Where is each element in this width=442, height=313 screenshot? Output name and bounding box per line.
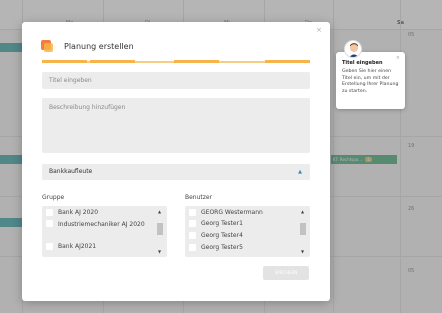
tooltip-title: Titel eingeben [342,60,383,66]
list-item[interactable]: Georg Tester1 [189,220,243,227]
checkbox[interactable] [189,232,196,239]
checkbox[interactable] [46,209,53,216]
progress-step [174,60,219,63]
group-list[interactable]: Bank AJ 2020 Industriemechaniker AJ 2020… [42,206,167,257]
close-icon[interactable]: × [396,55,400,61]
scrollbar[interactable]: ▲ ▼ [299,209,306,254]
group-type-select[interactable]: Bankkaufleute ▲ [42,164,310,180]
assistant-avatar-icon [344,40,362,58]
selector-value: Bankkaufleute [49,168,93,175]
description-input[interactable]: Beschreibung hinzufügen [42,98,310,153]
scroll-up-icon[interactable]: ▲ [299,209,306,214]
scroll-up-icon[interactable]: ▲ [156,209,163,214]
scroll-down-icon[interactable]: ▼ [156,249,163,254]
scrollbar[interactable]: ▲ ▼ [156,209,163,254]
planning-logo-icon [41,40,53,52]
list-item[interactable]: Bank AJ2021 [46,243,96,250]
checkbox[interactable] [189,220,196,227]
create-planning-modal: Planung erstellen × Titel eingeben Besch… [22,22,330,301]
list-item[interactable]: Industriemechaniker AJ 2020 [46,220,151,230]
onboarding-tooltip: × Titel eingeben Geben Sie hier einen Ti… [336,52,405,109]
scroll-thumb[interactable] [157,223,163,235]
checkbox[interactable] [46,220,53,227]
user-list[interactable]: GEORG Westermann Georg Tester1 Georg Tes… [185,206,310,257]
checkbox[interactable] [189,244,196,251]
description-placeholder: Beschreibung hinzufügen [49,104,126,111]
save-button[interactable]: SPEICHERN [263,266,309,280]
checkbox[interactable] [46,243,53,250]
title-placeholder: Titel eingeben [49,77,92,84]
tooltip-body: Geben Sie hier einen Titel ein, um mit d… [342,69,399,94]
group-label: Gruppe [42,194,65,201]
modal-title: Planung erstellen [64,42,134,51]
list-item[interactable]: GEORG Westermann [189,209,263,216]
progress-step [265,60,310,63]
close-icon[interactable]: × [316,26,322,34]
list-item[interactable]: Bank AJ 2020 [46,209,98,216]
user-label: Benutzer [185,194,213,201]
progress-step [90,60,135,63]
progress-step [42,60,87,63]
chevron-up-icon[interactable]: ▲ [298,164,302,180]
scroll-down-icon[interactable]: ▼ [299,249,306,254]
checkbox[interactable] [189,209,196,216]
list-item[interactable]: Georg Tester5 [189,244,243,251]
list-item[interactable]: Georg Tester4 [189,232,243,239]
scroll-thumb[interactable] [300,223,306,235]
title-input[interactable]: Titel eingeben [42,72,310,89]
